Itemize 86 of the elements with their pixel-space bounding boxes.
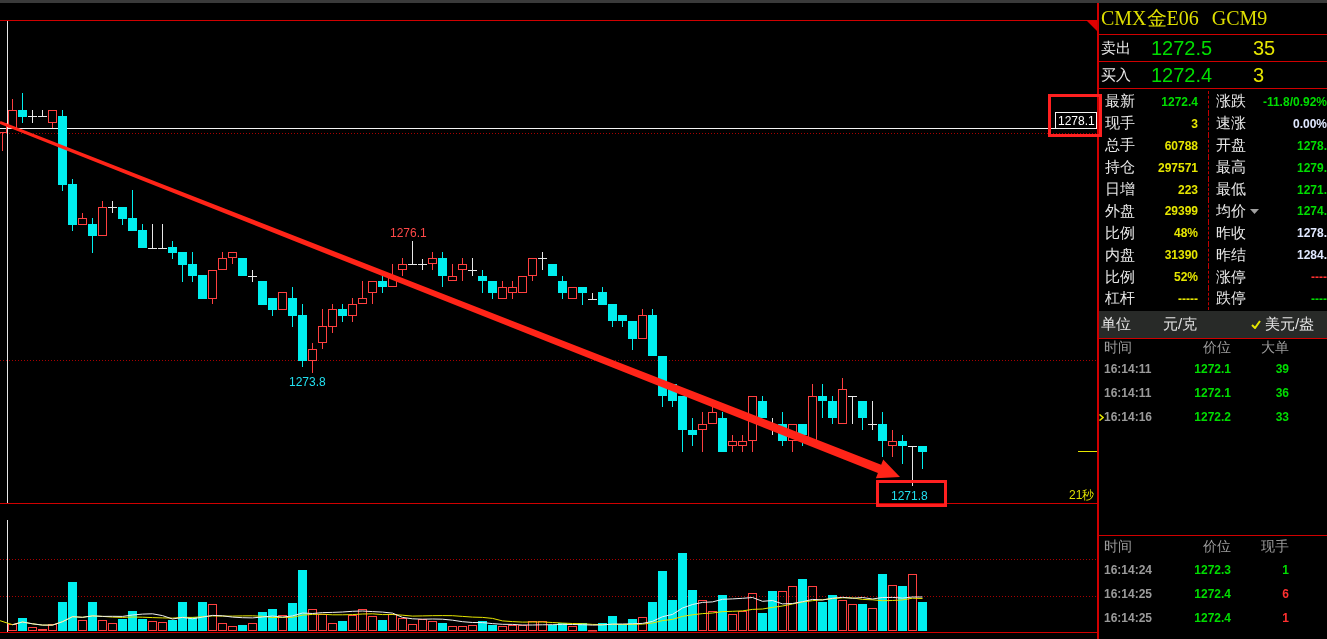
column-header: 大单	[1261, 339, 1289, 357]
stat-label: 外盘	[1105, 201, 1135, 221]
quote-price: 1272.4	[1151, 63, 1213, 87]
trade-volume: 36	[1275, 386, 1289, 400]
stat-value: 1271.	[1296, 182, 1327, 197]
trade-time: 16:14:24	[1104, 563, 1153, 577]
stat-value: 297571	[1157, 160, 1198, 175]
stat-value: 0.00%	[1292, 116, 1327, 131]
high-price-label: 1276.1	[390, 226, 427, 240]
stat-label: 开盘	[1216, 136, 1246, 156]
trade-time: 16:14:16	[1104, 410, 1153, 424]
quote-volume: 3	[1253, 63, 1265, 87]
countdown-label: 21秒	[1069, 488, 1095, 502]
highlight-frame	[876, 480, 947, 507]
stat-label: 内盘	[1105, 245, 1135, 265]
trade-price: 1272.3	[1194, 563, 1231, 577]
stat-value: 3	[1191, 116, 1198, 131]
stat-label: 杠杆	[1105, 289, 1135, 309]
stat-value: 1278.	[1296, 138, 1327, 153]
trade-price: 1272.1	[1194, 362, 1231, 376]
trade-volume: 6	[1282, 587, 1289, 601]
stat-value: ----	[1311, 291, 1327, 306]
stat-value: 48%	[1173, 226, 1198, 241]
stat-value: 60788	[1164, 138, 1198, 153]
stat-value: 1274.	[1296, 204, 1327, 219]
column-header: 价位	[1203, 339, 1231, 357]
unit-option[interactable]: 元/克	[1149, 315, 1198, 334]
stat-label: 昨结	[1216, 245, 1246, 265]
stat-label: 最新	[1105, 92, 1135, 112]
trade-price: 1272.2	[1194, 410, 1231, 424]
quote-price: 1272.5	[1151, 36, 1213, 60]
stat-label: 现手	[1105, 114, 1135, 134]
stat-label: 均价	[1216, 201, 1246, 221]
trade-price: 1272.4	[1194, 611, 1231, 625]
stat-label: 日增	[1105, 180, 1135, 199]
stat-label: 涨停	[1216, 267, 1246, 287]
stat-value: 31390	[1164, 248, 1198, 263]
stat-label: 昨收	[1216, 223, 1246, 243]
stat-label: 比例	[1105, 223, 1135, 243]
instrument-code: GCM9	[1211, 7, 1268, 30]
price-tag: 1278.1	[1055, 112, 1097, 129]
trade-price: 1272.1	[1194, 386, 1231, 400]
trade-time: 16:14:25	[1104, 611, 1153, 625]
stat-value: 1272.4	[1161, 94, 1198, 109]
trade-time: 16:14:11	[1104, 386, 1152, 400]
instrument-name: CMX金E06	[1101, 6, 1199, 31]
stat-label: 最高	[1216, 158, 1246, 178]
trade-volume: 1	[1282, 563, 1289, 577]
stat-label: 涨跌	[1216, 92, 1246, 112]
corner-marker-icon	[1086, 20, 1097, 31]
trade-time: 16:14:25	[1104, 587, 1153, 601]
stat-label: 持仓	[1105, 158, 1135, 178]
low-price-label: 1271.8	[891, 489, 928, 503]
stat-label: 最低	[1216, 180, 1246, 199]
trade-volume: 39	[1275, 362, 1289, 376]
check-icon	[1251, 320, 1261, 329]
stat-value: 29399	[1164, 204, 1198, 219]
quote-volume: 35	[1253, 36, 1276, 60]
low-price-label: 1273.8	[289, 375, 326, 389]
stat-value: 1278.	[1296, 226, 1327, 241]
stat-label: 比例	[1105, 267, 1135, 287]
unit-option[interactable]: 美元/盎	[1251, 315, 1315, 334]
stat-label: 跌停	[1216, 289, 1246, 309]
stat-label: 速涨	[1216, 114, 1246, 134]
column-header: 现手	[1261, 538, 1289, 556]
stat-value: -----	[1178, 291, 1198, 306]
stat-label: 总手	[1105, 136, 1135, 156]
column-header: 时间	[1104, 339, 1132, 357]
trade-time: 16:14:11	[1104, 362, 1152, 376]
column-header: 价位	[1203, 538, 1231, 556]
trade-volume: 1	[1282, 611, 1289, 625]
stat-value: 223	[1177, 182, 1198, 197]
trade-volume: 33	[1275, 410, 1289, 424]
quote-label: 买入	[1101, 65, 1131, 85]
quote-label: 卖出	[1101, 38, 1131, 58]
stat-value: ----	[1311, 270, 1327, 285]
highlight-frame	[1048, 94, 1102, 137]
unit-label: 单位	[1101, 315, 1131, 334]
stat-value: 1284.	[1296, 248, 1327, 263]
stat-value: -11.8/0.92%	[1262, 94, 1327, 109]
caret-icon[interactable]	[1250, 208, 1259, 214]
column-header: 时间	[1104, 538, 1132, 556]
last-price-marker	[1078, 451, 1097, 452]
trade-price: 1272.4	[1194, 587, 1231, 601]
stat-value: 52%	[1173, 270, 1198, 285]
stat-value: 1279.	[1296, 160, 1327, 175]
